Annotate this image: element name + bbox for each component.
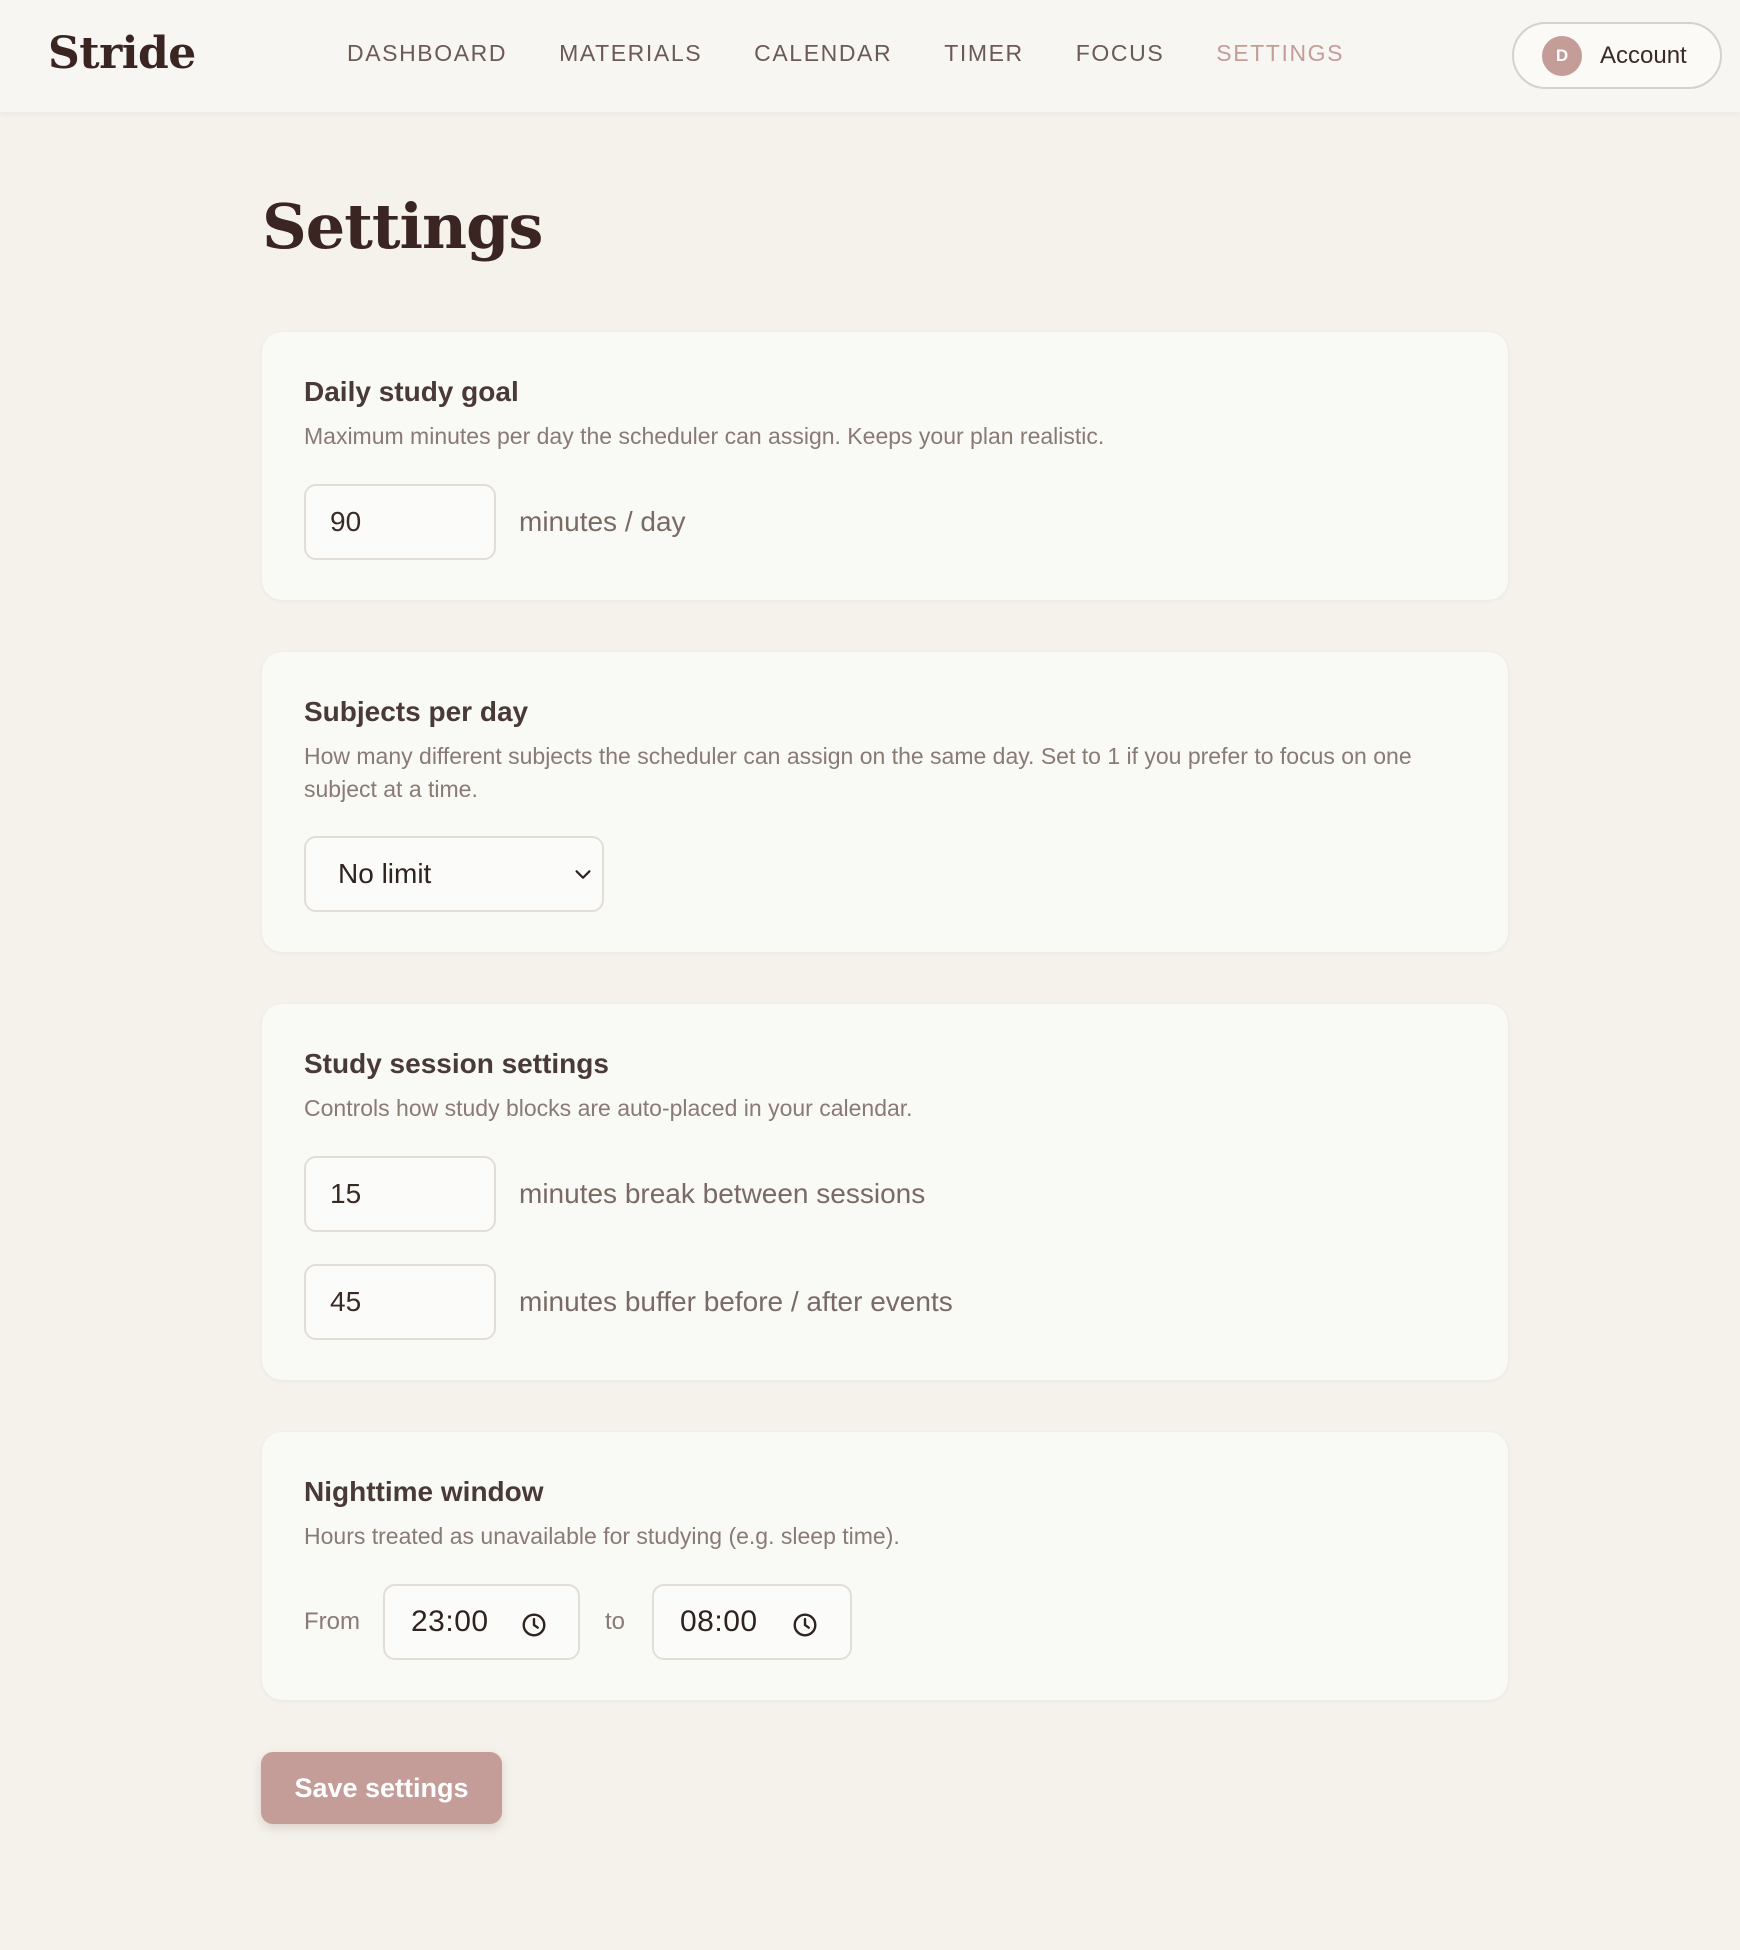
- daily-goal-description: Maximum minutes per day the scheduler ca…: [304, 423, 1105, 449]
- main-nav: DASHBOARD MATERIALS CALENDAR TIMER FOCUS…: [347, 40, 1396, 67]
- break-minutes-input[interactable]: [304, 1156, 496, 1232]
- clock-icon[interactable]: [521, 1612, 547, 1638]
- nav-calendar[interactable]: CALENDAR: [754, 40, 892, 67]
- buffer-minutes-input[interactable]: [304, 1264, 496, 1340]
- session-card: Study session settings Controls how stud…: [262, 1004, 1508, 1380]
- subjects-title: Subjects per day: [304, 696, 529, 727]
- nav-focus[interactable]: FOCUS: [1076, 40, 1165, 67]
- nighttime-card: Nighttime window Hours treated as unavai…: [262, 1432, 1508, 1700]
- session-title: Study session settings: [304, 1048, 609, 1079]
- from-time-input[interactable]: 23:00: [383, 1584, 580, 1660]
- chevron-down-icon: [575, 870, 591, 879]
- daily-goal-title: Daily study goal: [304, 376, 519, 407]
- nighttime-description: Hours treated as unavailable for studyin…: [304, 1523, 900, 1549]
- buffer-minutes-unit: minutes buffer before / after events: [519, 1286, 953, 1317]
- nav-timer[interactable]: TIMER: [944, 40, 1024, 67]
- session-description: Controls how study blocks are auto-place…: [304, 1095, 913, 1121]
- break-minutes-unit: minutes break between sessions: [519, 1178, 926, 1209]
- clock-icon[interactable]: [792, 1612, 818, 1638]
- daily-goal-input[interactable]: [304, 484, 496, 560]
- subjects-card: Subjects per day How many different subj…: [262, 652, 1508, 952]
- top-bar: Stride DASHBOARD MATERIALS CALENDAR TIME…: [0, 0, 1740, 112]
- to-label: to: [605, 1608, 626, 1635]
- daily-goal-card: Daily study goal Maximum minutes per day…: [262, 332, 1508, 600]
- daily-goal-unit: minutes / day: [519, 506, 686, 537]
- avatar: D: [1542, 35, 1582, 76]
- from-label: From: [304, 1608, 360, 1635]
- subjects-select-value: No limit: [338, 858, 432, 889]
- nighttime-title: Nighttime window: [304, 1476, 544, 1507]
- page-title: Settings: [262, 190, 543, 263]
- subjects-description: How many different subjects the schedule…: [304, 743, 1412, 802]
- app-logo[interactable]: Stride: [48, 28, 196, 79]
- nav-dashboard[interactable]: DASHBOARD: [347, 40, 507, 67]
- nav-materials[interactable]: MATERIALS: [559, 40, 702, 67]
- to-time-value: 08:00: [680, 1605, 758, 1638]
- account-label: Account: [1600, 41, 1687, 69]
- nav-settings[interactable]: SETTINGS: [1216, 40, 1344, 67]
- subjects-select[interactable]: No limit: [304, 836, 604, 912]
- to-time-input[interactable]: 08:00: [652, 1584, 852, 1660]
- save-settings-button[interactable]: Save settings: [261, 1752, 502, 1824]
- from-time-value: 23:00: [411, 1605, 489, 1638]
- account-button[interactable]: D Account: [1512, 22, 1722, 89]
